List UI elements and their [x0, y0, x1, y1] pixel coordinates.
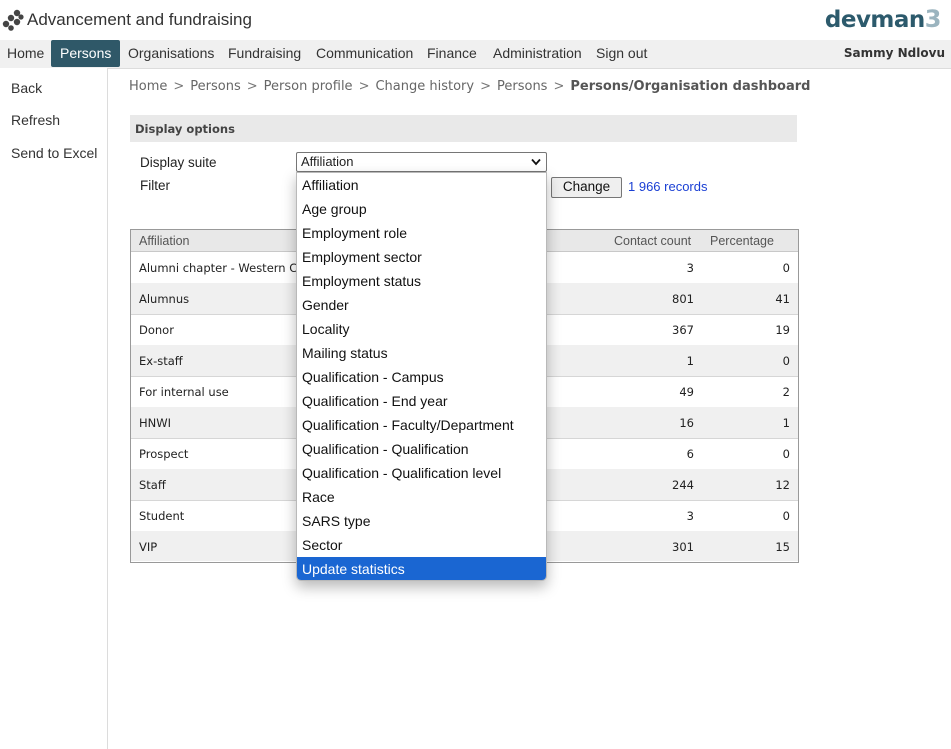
contact-count-cell: 1 — [686, 354, 694, 368]
dropdown-option[interactable]: Qualification - Campus — [297, 365, 546, 389]
user-name[interactable]: Sammy Ndlovu — [844, 40, 945, 66]
dropdown-option[interactable]: Mailing status — [297, 341, 546, 365]
breadcrumb-current: Persons/Organisation dashboard — [570, 79, 811, 94]
breadcrumb-persons-2[interactable]: Persons — [497, 79, 547, 94]
affiliation-cell: Prospect — [139, 447, 189, 461]
top-header: Advancement and fundraising devman3 — [0, 0, 951, 40]
column-header-affiliation[interactable]: Affiliation — [139, 234, 190, 248]
breadcrumb-separator: > — [246, 79, 258, 94]
breadcrumb-separator: > — [358, 79, 370, 94]
dropdown-option[interactable]: Employment sector — [297, 245, 546, 269]
percentage-cell: 0 — [782, 447, 790, 461]
affiliation-cell: HNWI — [139, 416, 172, 430]
brand-logo: devman3 — [824, 5, 942, 33]
chevron-down-icon — [531, 153, 541, 172]
nav-communication[interactable]: Communication — [307, 40, 422, 67]
dropdown-option[interactable]: Qualification - Qualification level — [297, 461, 546, 485]
affiliation-cell: For internal use — [139, 385, 229, 399]
contact-count-cell: 3 — [686, 509, 694, 523]
dropdown-option[interactable]: Age group — [297, 197, 546, 221]
affiliation-cell: Donor — [139, 323, 174, 337]
nav-administration[interactable]: Administration — [484, 40, 591, 67]
contact-count-cell: 49 — [679, 385, 694, 399]
percentage-cell: 12 — [775, 478, 790, 492]
percentage-cell: 0 — [782, 509, 790, 523]
brand-name: devman — [824, 7, 925, 33]
send-to-excel-link[interactable]: Send to Excel — [11, 145, 97, 161]
percentage-cell: 15 — [775, 540, 790, 554]
contact-count-cell: 301 — [672, 540, 694, 554]
percentage-cell: 1 — [782, 416, 790, 430]
back-link[interactable]: Back — [11, 80, 42, 96]
affiliation-cell: Ex-staff — [139, 354, 183, 368]
breadcrumb-person-profile[interactable]: Person profile — [264, 79, 353, 94]
nav-fundraising[interactable]: Fundraising — [219, 40, 310, 67]
dropdown-option-highlighted[interactable]: Update statistics — [297, 557, 546, 580]
affiliation-cell: Alumni chapter - Western Ca — [139, 261, 305, 275]
percentage-cell: 2 — [782, 385, 790, 399]
breadcrumb-separator: > — [173, 79, 185, 94]
column-header-percentage[interactable]: Percentage — [710, 234, 774, 248]
app-title: Advancement and fundraising — [27, 10, 252, 29]
dropdown-option[interactable]: Gender — [297, 293, 546, 317]
percentage-cell: 19 — [775, 323, 790, 337]
affiliation-cell: Student — [139, 509, 185, 523]
sidebar: Back Refresh Send to Excel — [0, 68, 108, 749]
affiliation-cell: Alumnus — [139, 292, 190, 306]
display-suite-label: Display suite — [140, 155, 217, 170]
dropdown-option[interactable]: Sector — [297, 533, 546, 557]
nav-sign-out[interactable]: Sign out — [587, 40, 656, 67]
breadcrumb: Home > Persons > Person profile > Change histo… — [129, 79, 810, 94]
dropdown-option[interactable]: Employment status — [297, 269, 546, 293]
display-options-header: Display options — [130, 115, 797, 142]
app-logo-icon — [2, 9, 24, 31]
breadcrumb-home[interactable]: Home — [129, 79, 167, 94]
dropdown-option[interactable]: Employment role — [297, 221, 546, 245]
breadcrumb-separator: > — [553, 79, 565, 94]
display-suite-dropdown: Affiliation Age group Employment role Em… — [296, 172, 547, 581]
affiliation-cell: VIP — [139, 540, 158, 554]
brand-suffix: 3 — [924, 5, 942, 33]
main-nav: Home Persons Organisations Fundraising C… — [0, 40, 951, 69]
contact-count-cell: 6 — [686, 447, 694, 461]
dropdown-option[interactable]: Qualification - End year — [297, 389, 546, 413]
contact-count-cell: 801 — [672, 292, 694, 306]
dropdown-option[interactable]: Locality — [297, 317, 546, 341]
percentage-cell: 0 — [782, 261, 790, 275]
nav-home[interactable]: Home — [0, 40, 53, 67]
dropdown-option[interactable]: Qualification - Faculty/Department — [297, 413, 546, 437]
breadcrumb-separator: > — [480, 79, 491, 94]
contact-count-cell: 367 — [672, 323, 694, 337]
contact-count-cell: 16 — [679, 416, 694, 430]
contact-count-cell: 244 — [672, 478, 694, 492]
contact-count-cell: 3 — [686, 261, 694, 275]
filter-label: Filter — [140, 178, 170, 193]
nav-organisations[interactable]: Organisations — [119, 40, 223, 67]
display-suite-select[interactable]: Affiliation — [296, 152, 547, 172]
dropdown-option[interactable]: SARS type — [297, 509, 546, 533]
display-options-title: Display options — [135, 122, 235, 136]
nav-finance[interactable]: Finance — [418, 40, 486, 67]
change-button[interactable]: Change — [551, 177, 622, 198]
affiliation-cell: Staff — [139, 478, 166, 492]
breadcrumb-change-history[interactable]: Change history — [375, 79, 474, 94]
percentage-cell: 0 — [782, 354, 790, 368]
dropdown-option[interactable]: Race — [297, 485, 546, 509]
nav-persons[interactable]: Persons — [51, 40, 121, 67]
records-count[interactable]: 1 966 records — [628, 179, 708, 194]
breadcrumb-persons[interactable]: Persons — [190, 79, 240, 94]
dropdown-option[interactable]: Qualification - Qualification — [297, 437, 546, 461]
column-header-contact-count[interactable]: Contact count — [614, 234, 691, 248]
dropdown-option[interactable]: Affiliation — [297, 173, 546, 197]
percentage-cell: 41 — [775, 292, 790, 306]
display-suite-value: Affiliation — [301, 154, 354, 169]
refresh-link[interactable]: Refresh — [11, 112, 60, 128]
